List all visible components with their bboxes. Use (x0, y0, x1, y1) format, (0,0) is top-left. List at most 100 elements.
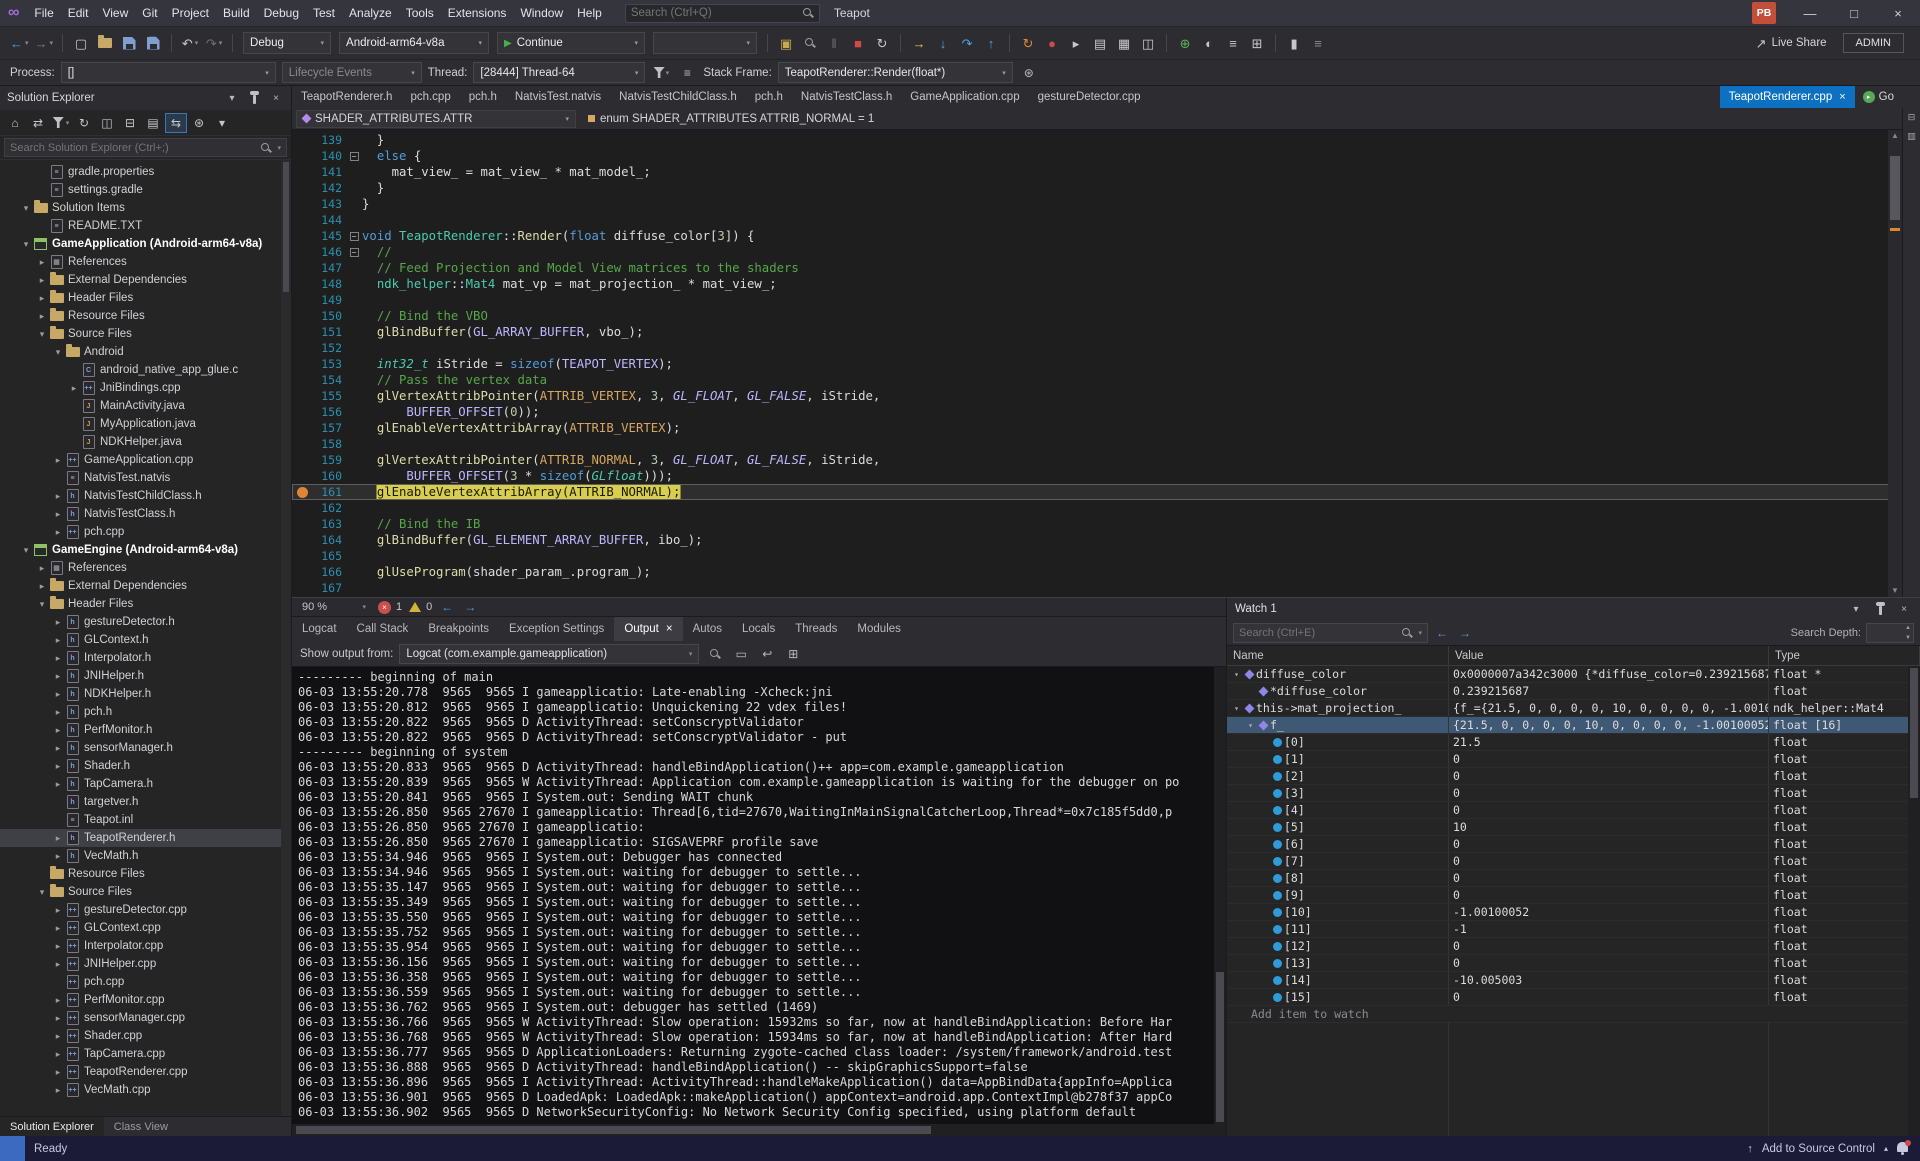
tab-pch-h[interactable]: pch.h (460, 86, 506, 108)
menu-analyze[interactable]: Analyze (342, 3, 399, 23)
word-wrap-icon[interactable]: ↩ (757, 647, 777, 661)
watch-row-f[interactable]: ▾ f_ {21.5, 0, 0, 0, 0, 10, 0, 0, 0, 0, -1… (1227, 717, 1920, 734)
panel-tab-autos[interactable]: Autos (683, 617, 732, 641)
tree-expander-icon[interactable]: ▸ (36, 581, 48, 592)
watch-name-cell[interactable]: [3] (1227, 785, 1449, 801)
panel-tab-breakpoints[interactable]: Breakpoints (418, 617, 499, 641)
watch-row-5[interactable]: [5] 10 float (1227, 819, 1920, 836)
watch-search-box[interactable]: ▾ (1233, 622, 1428, 643)
show-all-files-icon[interactable]: ▤ (142, 113, 164, 133)
tree-expander-icon[interactable]: ▸ (36, 275, 48, 286)
tree-expander-icon[interactable]: ▾ (1231, 704, 1242, 713)
window-menu-caret-icon[interactable]: ▾ (1848, 604, 1864, 615)
search-next-icon[interactable]: → (1456, 626, 1474, 640)
tree-expander-icon[interactable]: ▾ (52, 347, 64, 358)
navigate-forward-icon[interactable]: → (462, 600, 478, 614)
panel-tab-threads[interactable]: Threads (785, 617, 847, 641)
chevron-up-icon[interactable]: ▴ (1884, 1144, 1888, 1153)
output-vertical-scrollbar[interactable] (1214, 667, 1226, 1124)
watch-name-cell[interactable]: [10] (1227, 904, 1449, 920)
code-map-icon[interactable]: ⊞ (1246, 31, 1268, 55)
scroll-up-icon[interactable]: ▲ (1888, 130, 1902, 142)
show-next-statement-icon[interactable]: → (908, 31, 930, 55)
tree-item-myapplication-java[interactable]: J MyApplication.java (0, 415, 291, 433)
tree-item-pch-h[interactable]: ▸ h pch.h (0, 703, 291, 721)
navigate-back-icon[interactable]: ← (439, 600, 455, 614)
code-line-158[interactable]: 158 (292, 436, 1920, 452)
solution-platforms-dropdown[interactable]: Android-arm64-v8a ▾ (339, 32, 490, 54)
watch-row-2[interactable]: [2] 0 float (1227, 768, 1920, 785)
watch-search-input[interactable] (1239, 626, 1398, 639)
tree-item-tapcamera-cpp[interactable]: ▸ ++ TapCamera.cpp (0, 1045, 291, 1063)
collapse-region-icon[interactable]: − (349, 151, 359, 161)
live-share-button[interactable]: ↗ Live Share (1750, 37, 1833, 50)
watch-value-cell[interactable]: 0 (1449, 887, 1769, 903)
home-icon[interactable]: ⌂ (4, 113, 26, 133)
save-icon[interactable] (118, 31, 140, 55)
tree-item-resource-files[interactable]: ▸ Resource Files (0, 307, 291, 325)
watch-name-cell[interactable]: [7] (1227, 853, 1449, 869)
output-horizontal-scrollbar[interactable] (292, 1124, 1226, 1136)
code-line-141[interactable]: 141 mat_view_ = mat_view_ * mat_model_; (292, 164, 1920, 180)
tree-expander-icon[interactable]: ▸ (36, 563, 48, 574)
tree-item-references[interactable]: ▸ ▦ References (0, 253, 291, 271)
watch-name-cell[interactable]: [0] (1227, 734, 1449, 750)
tree-expander-icon[interactable]: ▾ (36, 329, 48, 340)
error-icon[interactable]: × (378, 600, 391, 614)
tree-expander-icon[interactable]: ▾ (36, 599, 48, 610)
watch-row-0[interactable]: [0] 21.5 float (1227, 734, 1920, 751)
watch-name-cell[interactable]: [11] (1227, 921, 1449, 937)
panel-tab-exception-settings[interactable]: Exception Settings (499, 617, 614, 641)
flag-threads-filter-icon[interactable]: ▾ (651, 67, 671, 78)
tree-expander-icon[interactable]: ▸ (52, 959, 64, 970)
watch-row-11[interactable]: [11] -1 float (1227, 921, 1920, 938)
tree-item-settings-gradle[interactable]: ≡ settings.gradle (0, 181, 291, 199)
watch-row-4[interactable]: [4] 0 float (1227, 802, 1920, 819)
error-count[interactable]: 1 (396, 601, 402, 613)
scroll-down-icon[interactable]: ▼ (1888, 585, 1902, 597)
zoom-dropdown[interactable]: 90 % ▾ (297, 599, 371, 615)
tree-item-glcontext-h[interactable]: ▸ h GLContext.h (0, 631, 291, 649)
tree-item-pch-cpp[interactable]: ▸ ++ pch.cpp (0, 523, 291, 541)
tree-expander-icon[interactable]: ▸ (52, 1013, 64, 1024)
tree-expander-icon[interactable]: ▾ (20, 203, 32, 214)
watch-value-cell[interactable]: 0.239215687 (1449, 683, 1769, 699)
clear-all-output-icon[interactable]: ▭ (731, 647, 751, 661)
tree-expander-icon[interactable]: ▸ (52, 671, 64, 682)
tree-item-gameapplication-android-arm64-v8a[interactable]: ▾ GameApplication (Android-arm64-v8a) (0, 235, 291, 253)
menu-test[interactable]: Test (306, 3, 342, 23)
breadcrumb-scope-dropdown[interactable]: SHADER_ATTRIBUTES.ATTR ▾ (296, 109, 576, 128)
minimize-button[interactable]: — (1788, 0, 1832, 26)
watch-row-7[interactable]: [7] 0 float (1227, 853, 1920, 870)
watch-value-cell[interactable]: 0 (1449, 870, 1769, 886)
save-all-icon[interactable] (142, 31, 164, 55)
tree-item-solution-items[interactable]: ▾ Solution Items (0, 199, 291, 217)
more-options-caret[interactable]: ▾ (211, 113, 233, 133)
panel-tab-modules[interactable]: Modules (847, 617, 910, 641)
tree-expander-icon[interactable]: ▸ (52, 509, 64, 520)
tab-natvistestclass-h[interactable]: NatvisTestClass.h (792, 86, 901, 108)
watch-scrollbar[interactable] (1908, 666, 1920, 1136)
tree-item-gradle-properties[interactable]: ≡ gradle.properties (0, 163, 291, 181)
watch-row-15[interactable]: [15] 0 float (1227, 989, 1920, 1006)
bottom-tab-class-view[interactable]: Class View (104, 1117, 178, 1136)
watch-name-cell[interactable]: [14] (1227, 972, 1449, 988)
add-watch-item-row[interactable]: Add item to watch (1227, 1006, 1920, 1023)
tree-expander-icon[interactable]: ▸ (52, 905, 64, 916)
watch-value-cell[interactable]: 0 (1449, 751, 1769, 767)
spinner-up-icon[interactable]: ▲ (1905, 625, 1911, 631)
code-line-165[interactable]: 165 (292, 548, 1920, 564)
pin-icon[interactable] (246, 90, 262, 104)
maximize-button[interactable]: □ (1832, 0, 1876, 26)
new-file-icon[interactable]: ▢ (70, 31, 92, 55)
watch-value-cell[interactable]: 0 (1449, 785, 1769, 801)
code-line-167[interactable]: 167 (292, 580, 1920, 596)
pin-icon[interactable] (1872, 601, 1888, 615)
warning-count[interactable]: 0 (426, 601, 432, 613)
tree-item-targetver-h[interactable]: h targetver.h (0, 793, 291, 811)
panel-tab-call-stack[interactable]: Call Stack (347, 617, 419, 641)
code-line-156[interactable]: 156 BUFFER_OFFSET(0)); (292, 404, 1920, 420)
watch-name-cell[interactable]: [4] (1227, 802, 1449, 818)
tree-item-interpolator-h[interactable]: ▸ h Interpolator.h (0, 649, 291, 667)
tab-teapotrenderer-h[interactable]: TeapotRenderer.h (292, 86, 401, 108)
